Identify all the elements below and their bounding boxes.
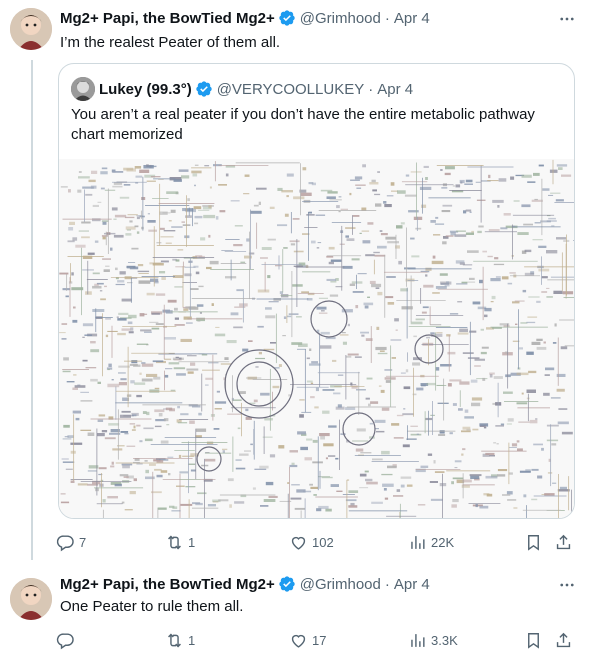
like-icon [291,634,306,648]
timestamp[interactable]: Apr 4 [394,10,430,27]
more-icon[interactable] [558,576,576,594]
quote-text: You aren’t a real peater if you don’t ha… [71,106,535,143]
view-count: 3.3K [431,632,458,648]
separator-dot: · [384,9,390,27]
quote-avatar [71,77,95,101]
bookmark-button[interactable] [524,629,543,651]
action-bar: 7 1 102 22K [56,531,576,553]
tweet-header: Mg2+ Papi, the BowTied Mg2+ @Grimhood · … [60,8,430,28]
tweet-text: One Peater to rule them all. [60,598,244,615]
tweet-text: I’m the realest Peater of them all. [60,34,281,51]
verified-badge-icon [196,81,212,97]
bookmark-icon [528,534,539,551]
quote-display-name: Lukey (99.3°) [99,80,192,98]
separator-dot: · [384,575,390,593]
quote-header: Lukey (99.3°) @VERYCOOLLUKEY · Apr 4 [71,77,414,101]
avatar[interactable] [10,8,52,50]
handle[interactable]: @Grimhood [300,576,381,593]
views-button[interactable]: 22K [408,531,454,553]
quoted-tweet[interactable]: Lukey (99.3°) @VERYCOOLLUKEY · Apr 4 You… [58,63,575,519]
repost-icon [168,633,181,647]
more-icon[interactable] [558,10,576,28]
action-bar: 1 17 3.3K [56,629,576,651]
view-count: 22K [431,534,455,550]
verified-badge-icon [279,10,295,26]
reply-icon [56,632,74,649]
share-button[interactable] [554,531,573,553]
avatar[interactable] [10,578,52,620]
repost-count: 1 [188,632,196,648]
like-button[interactable]: 102 [289,531,334,553]
reply-button[interactable]: 7 [56,531,86,553]
like-count: 17 [312,632,327,648]
views-icon [411,535,425,549]
share-icon [556,534,571,549]
like-icon [291,536,306,550]
display-name[interactable]: Mg2+ Papi, the BowTied Mg2+ [60,576,275,593]
verified-badge-icon [279,576,295,592]
reply-button[interactable] [56,629,79,651]
reply-count: 7 [79,534,87,550]
metabolic-pathway-chart-image[interactable] [59,159,574,519]
like-count: 102 [312,534,334,550]
repost-icon [168,535,181,549]
reply-icon [56,534,74,551]
repost-button[interactable]: 1 [165,629,195,651]
tweet-header: Mg2+ Papi, the BowTied Mg2+ @Grimhood · … [60,574,430,594]
repost-button[interactable]: 1 [165,531,195,553]
handle[interactable]: @Grimhood [300,10,381,27]
share-icon [556,632,571,647]
display-name[interactable]: Mg2+ Papi, the BowTied Mg2+ [60,10,275,27]
timestamp[interactable]: Apr 4 [394,576,430,593]
quote-timestamp: Apr 4 [377,80,414,98]
tweet-2[interactable]: Mg2+ Papi, the BowTied Mg2+ @Grimhood · … [0,570,600,664]
repost-count: 1 [188,534,196,550]
quote-handle: @VERYCOOLLUKEY [216,80,365,98]
separator-dot: · [368,80,374,98]
share-button[interactable] [554,629,573,651]
views-button[interactable]: 3.3K [408,629,458,651]
views-icon [411,633,425,647]
tweet-1[interactable]: Mg2+ Papi, the BowTied Mg2+ @Grimhood · … [0,0,600,570]
like-button[interactable]: 17 [289,629,326,651]
bookmark-icon [528,632,539,649]
bookmark-button[interactable] [524,531,543,553]
